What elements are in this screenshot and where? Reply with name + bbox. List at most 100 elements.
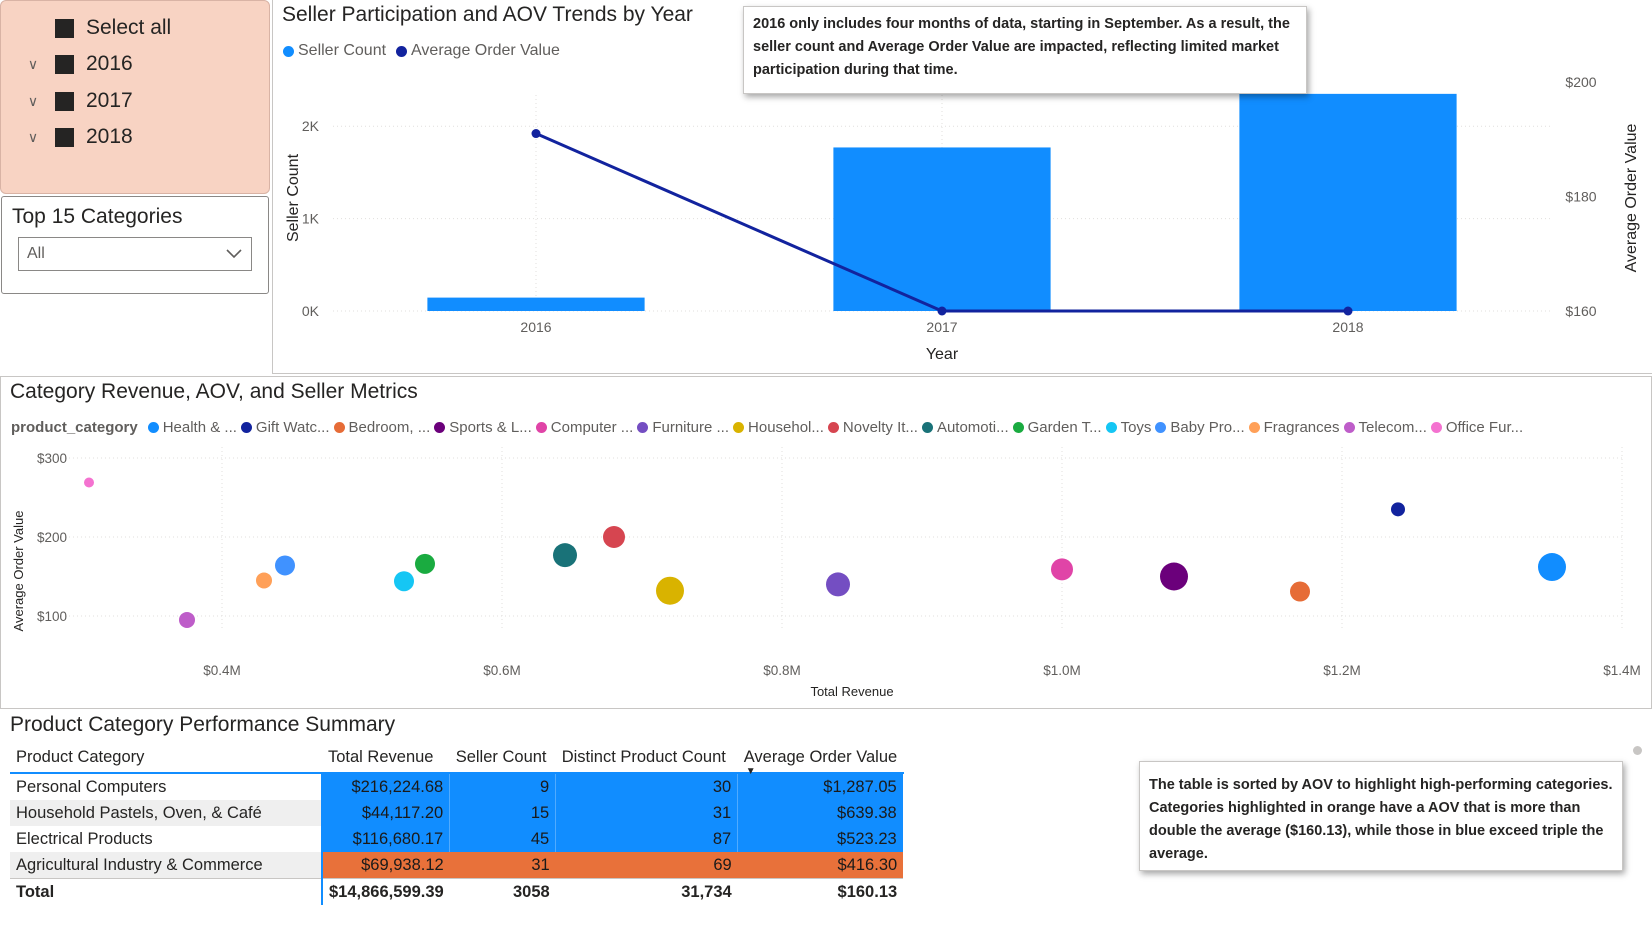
y-tick-label: $200 (37, 530, 67, 545)
bar (427, 297, 645, 311)
table-total-row: Total $14,866,599.39 3058 31,734 $160.13 (10, 878, 904, 905)
product-count-cell: 30 (555, 772, 739, 800)
scroll-indicator[interactable] (1633, 746, 1642, 755)
x-tick-label: 2016 (520, 319, 551, 335)
y2-tick-label: $160 (1565, 303, 1596, 319)
seller-chart-panel: Seller Participation and AOV Trends by Y… (272, 0, 1652, 374)
scatter-point (394, 571, 414, 592)
seller-count-cell: 9 (449, 772, 557, 800)
x-tick-label: $1.0M (1043, 663, 1081, 678)
seller-count-cell: 45 (449, 826, 557, 852)
summary-table-title: Product Category Performance Summary (10, 713, 396, 736)
column-header-aov-label: Average Order Value (743, 747, 898, 766)
scatter-point (1160, 562, 1188, 591)
checkbox-icon[interactable] (55, 54, 74, 74)
x-tick-label: 2018 (1332, 319, 1363, 335)
x-tick-label: $0.8M (763, 663, 801, 678)
y2-tick-label: $180 (1565, 189, 1596, 205)
year-label: 2016 (86, 52, 133, 75)
category-cell: Agricultural Industry & Commerce (10, 852, 323, 879)
product-count-cell: 87 (555, 826, 739, 852)
scatter-point (1290, 581, 1310, 602)
sort-descending-icon: ▼ (745, 766, 756, 777)
column-header-aov[interactable]: Average Order Value ▼ (738, 742, 903, 778)
seller-chart-tooltip: 2016 only includes four months of data, … (743, 6, 1307, 94)
chevron-down-icon (226, 249, 242, 259)
chevron-down-icon[interactable]: ∨ (25, 129, 41, 146)
chevron-down-icon[interactable]: ∨ (25, 93, 41, 110)
y-tick-label: $100 (37, 609, 67, 624)
checkbox-icon[interactable] (55, 91, 74, 111)
scatter-point (1051, 558, 1073, 581)
table-row[interactable]: Personal Computers $216,224.68 9 30 $1,2… (10, 772, 904, 800)
aov-cell: $639.38 (737, 800, 904, 826)
scatter-point (256, 572, 272, 589)
scatter-chart-plot[interactable]: $100 $200 $300 $0.4M $0.6M $0.8M $1.0M $1.2M $1.… (1, 377, 1651, 708)
y-tick-label: 2K (302, 118, 320, 134)
scatter-point (275, 555, 295, 576)
x-tick-label: 2017 (926, 319, 957, 335)
y-tick-label: 1K (302, 211, 320, 227)
x-axis-title: Year (926, 346, 959, 363)
total-seller-count: 3058 (449, 878, 556, 905)
bar (833, 147, 1051, 311)
revenue-cell: $216,224.68 (322, 772, 451, 800)
revenue-cell: $116,680.17 (322, 826, 451, 852)
scatter-point (826, 572, 850, 597)
scatter-point (84, 477, 94, 488)
table-row[interactable]: Agricultural Industry & Commerce $69,938… (10, 852, 904, 879)
category-filter-title: Top 15 Categories (12, 205, 183, 228)
category-cell: Electrical Products (10, 826, 323, 852)
scatter-point (1391, 502, 1405, 517)
aov-cell: $416.30 (737, 852, 904, 879)
x-tick-label: $1.4M (1603, 663, 1641, 678)
aov-cell: $1,287.05 (737, 772, 904, 800)
summary-table: Product Category Total Revenue Seller Co… (10, 742, 904, 905)
scatter-chart-panel: Category Revenue, AOV, and Seller Metric… (0, 376, 1652, 709)
revenue-cell: $44,117.20 (322, 800, 451, 826)
revenue-cell: $69,938.12 (322, 852, 450, 879)
year-label: 2018 (86, 125, 133, 148)
checkbox-icon[interactable] (55, 127, 74, 147)
year-option-2017[interactable]: ∨ 2017 (25, 86, 133, 116)
aov-point (937, 306, 947, 316)
year-label: 2017 (86, 89, 133, 112)
select-all-label: Select all (86, 16, 172, 39)
category-dropdown[interactable]: All (18, 237, 252, 271)
scatter-point (1538, 553, 1566, 582)
bar (1239, 93, 1457, 311)
table-row[interactable]: Electrical Products $116,680.17 45 87 $5… (10, 826, 904, 852)
chevron-down-icon[interactable]: ∨ (25, 56, 41, 73)
column-header-seller-count[interactable]: Seller Count (450, 742, 556, 773)
year-slicer: Select all ∨ 2016 ∨ 2017 ∨ 2018 (0, 0, 270, 194)
scatter-point (179, 611, 195, 628)
category-filter: Top 15 Categories All (1, 196, 269, 294)
summary-table-tooltip: The table is sorted by AOV to highlight … (1139, 761, 1623, 871)
year-option-2016[interactable]: ∨ 2016 (25, 49, 133, 79)
x-tick-label: $0.6M (483, 663, 521, 678)
column-header-category[interactable]: Product Category (10, 742, 322, 773)
seller-count-cell: 31 (449, 852, 556, 879)
column-header-product-count[interactable]: Distinct Product Count (556, 742, 738, 773)
scatter-point (656, 576, 684, 605)
aov-point (531, 129, 541, 139)
summary-table-panel: Product Category Performance Summary Pro… (0, 711, 1652, 927)
table-row[interactable]: Household Pastels, Oven, & Café $44,117.… (10, 800, 904, 826)
scatter-point (553, 543, 577, 568)
category-dropdown-value: All (27, 245, 45, 262)
x-axis-title: Total Revenue (810, 684, 893, 699)
total-label: Total (10, 878, 323, 905)
checkbox-icon[interactable] (55, 18, 74, 38)
scatter-point (415, 553, 435, 574)
y2-axis-title: Average Order Value (1623, 123, 1640, 272)
category-cell: Household Pastels, Oven, & Café (10, 800, 323, 826)
total-aov: $160.13 (737, 878, 904, 905)
scatter-point (603, 526, 625, 548)
select-all-option[interactable]: Select all (25, 13, 171, 43)
year-option-2018[interactable]: ∨ 2018 (25, 122, 133, 152)
y-axis-title: Seller Count (285, 153, 302, 242)
y-axis-title: Average Order Value (11, 511, 26, 632)
product-count-cell: 69 (555, 852, 738, 879)
y2-tick-label: $200 (1565, 74, 1596, 90)
column-header-revenue[interactable]: Total Revenue (322, 742, 450, 773)
